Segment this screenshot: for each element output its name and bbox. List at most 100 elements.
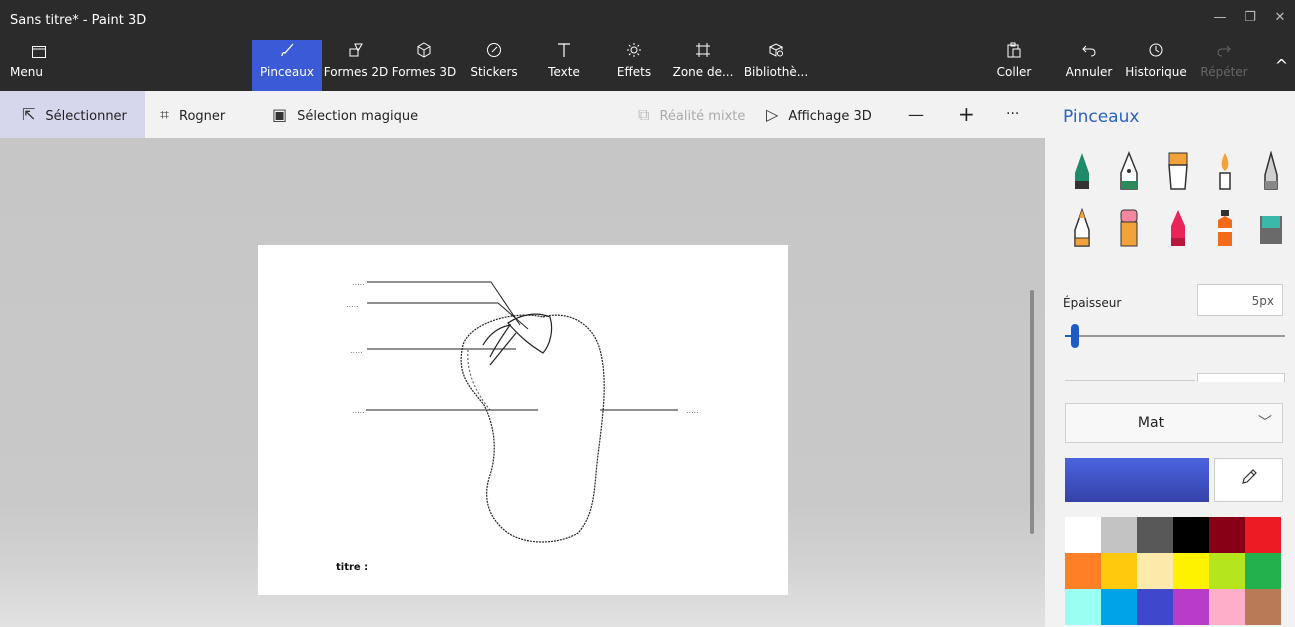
color-swatch[interactable] <box>1209 553 1245 589</box>
thickness-label: Épaisseur <box>1063 296 1122 310</box>
redo-button[interactable]: Répéter <box>1196 40 1252 91</box>
select-button[interactable]: ⇱ Sélectionner <box>0 91 145 138</box>
color-swatch[interactable] <box>1101 589 1137 625</box>
chevron-up-icon: ^ <box>1274 56 1289 75</box>
tool-label: Pinceaux <box>260 65 314 79</box>
thickness-input[interactable]: 5px <box>1197 284 1283 316</box>
paste-label: Coller <box>996 65 1032 79</box>
label-placeholder: ..... <box>352 278 365 287</box>
tool-formes-2d[interactable]: Formes 2D <box>322 40 390 91</box>
thickness-slider-track[interactable] <box>1065 335 1285 337</box>
library-icon <box>736 40 816 64</box>
close-button[interactable]: ✕ <box>1265 10 1295 30</box>
tool-label: Formes 3D <box>391 65 457 79</box>
tool-texte[interactable]: Texte <box>540 40 588 91</box>
color-swatch[interactable] <box>1137 553 1173 589</box>
pencil-icon[interactable] <box>1069 207 1095 248</box>
2d-shapes-icon <box>322 40 390 64</box>
tool-stickers[interactable]: Stickers <box>464 40 524 91</box>
oil-brush-icon[interactable] <box>1165 151 1191 191</box>
vertical-scrollbar[interactable] <box>1030 290 1034 534</box>
label-placeholder: ..... <box>350 346 363 355</box>
color-swatch[interactable] <box>1065 553 1101 589</box>
seed-drawing: ..... ..... ..... ..... ..... titre : <box>336 278 699 573</box>
color-swatch[interactable] <box>1173 589 1209 625</box>
crop-label: Rogner <box>179 109 226 124</box>
minimize-button[interactable]: — <box>1205 10 1235 30</box>
zoom-in-button[interactable]: + <box>958 91 975 138</box>
title-bar: Sans titre* - Paint 3D — ❐ ✕ <box>0 0 1295 40</box>
history-label: Historique <box>1125 65 1187 79</box>
tool-label: Bibliothè... <box>743 65 809 79</box>
color-swatch[interactable] <box>1173 517 1209 553</box>
restore-button[interactable]: ❐ <box>1235 10 1265 30</box>
magic-select-button[interactable]: ▣ Sélection magique <box>272 91 418 138</box>
color-swatch[interactable] <box>1101 517 1137 553</box>
drawing-canvas[interactable]: ..... ..... ..... ..... ..... titre : <box>258 245 788 595</box>
label-placeholder: ..... <box>686 406 699 415</box>
undo-label: Annuler <box>1065 65 1113 79</box>
history-button[interactable]: Historique <box>1124 40 1188 91</box>
color-swatch[interactable] <box>1209 517 1245 553</box>
more-options-button[interactable]: ··· <box>1006 91 1019 138</box>
panel-title: Pinceaux <box>1063 107 1140 127</box>
material-dropdown[interactable]: Mat ﹀ <box>1065 403 1283 443</box>
tool-label: Formes 2D <box>323 65 389 79</box>
zoom-out-button[interactable]: — <box>908 91 924 138</box>
collapse-toolbar-button[interactable]: ^ <box>1268 40 1295 91</box>
tool-formes-3d[interactable]: Formes 3D <box>390 40 458 91</box>
calligraphy-pen-icon[interactable] <box>1116 150 1142 191</box>
tool-bibliotheque[interactable]: Bibliothè... <box>736 40 816 91</box>
crayon-icon[interactable] <box>1165 208 1191 248</box>
redo-icon <box>1196 40 1252 64</box>
crop-button[interactable]: ⌗ Rogner <box>160 91 225 138</box>
brushes-panel: Pinceaux Épaisseur 5px Mat ﹀ <box>1045 91 1295 627</box>
opacity-input[interactable] <box>1197 373 1285 382</box>
label-placeholder: ..... <box>352 406 365 415</box>
eraser-icon[interactable] <box>1116 208 1142 248</box>
tool-label: Stickers <box>470 65 518 79</box>
cursor-icon: ⇱ <box>22 105 36 124</box>
text-icon <box>540 40 588 64</box>
stickers-icon <box>464 40 524 64</box>
brush-icon <box>252 40 322 64</box>
color-swatch[interactable] <box>1101 553 1137 589</box>
color-swatch[interactable] <box>1137 517 1173 553</box>
eyedropper-icon <box>1240 469 1258 491</box>
paste-button[interactable]: Coller <box>992 40 1036 91</box>
label-placeholder: ..... <box>346 300 359 309</box>
paste-icon <box>992 40 1036 64</box>
eyedropper-button[interactable] <box>1214 458 1283 502</box>
panel-divider <box>1065 380 1195 381</box>
color-swatch[interactable] <box>1065 517 1101 553</box>
spray-can-icon[interactable] <box>1212 208 1238 248</box>
color-swatch[interactable] <box>1137 589 1173 625</box>
thickness-slider-thumb[interactable] <box>1071 324 1079 348</box>
color-swatch[interactable] <box>1245 553 1281 589</box>
pixel-pen-icon[interactable] <box>1258 150 1284 191</box>
tool-label: Effets <box>616 65 652 79</box>
color-palette <box>1065 517 1285 627</box>
mixed-reality-icon: ⧉ <box>638 105 650 124</box>
secondary-toolbar: ⇱ Sélectionner ⌗ Rogner ▣ Sélection magique… <box>0 91 1045 138</box>
tool-zone-de-dessin[interactable]: Zone de... <box>670 40 736 91</box>
watercolor-icon[interactable] <box>1212 151 1238 191</box>
color-swatch[interactable] <box>1173 553 1209 589</box>
color-swatch[interactable] <box>1245 517 1281 553</box>
menu-button[interactable]: Menu <box>8 40 68 91</box>
tool-label: Texte <box>548 65 580 79</box>
tool-effets[interactable]: Effets <box>612 40 656 91</box>
view-3d-button[interactable]: ▷ Affichage 3D <box>766 91 872 138</box>
tool-pinceaux[interactable]: Pinceaux <box>252 40 322 91</box>
mixed-reality-button[interactable]: ⧉ Réalité mixte <box>638 91 745 138</box>
undo-button[interactable]: Annuler <box>1062 40 1116 91</box>
marker-icon[interactable] <box>1069 151 1095 191</box>
color-swatch[interactable] <box>1209 589 1245 625</box>
window-title: Sans titre* - Paint 3D <box>10 13 147 28</box>
tool-label: Zone de... <box>672 65 734 79</box>
color-swatch[interactable] <box>1065 589 1101 625</box>
current-color-swatch[interactable] <box>1065 458 1209 502</box>
color-swatch[interactable] <box>1245 589 1281 625</box>
fill-bucket-icon[interactable] <box>1258 208 1284 248</box>
canvas-caption: titre : <box>336 562 368 573</box>
